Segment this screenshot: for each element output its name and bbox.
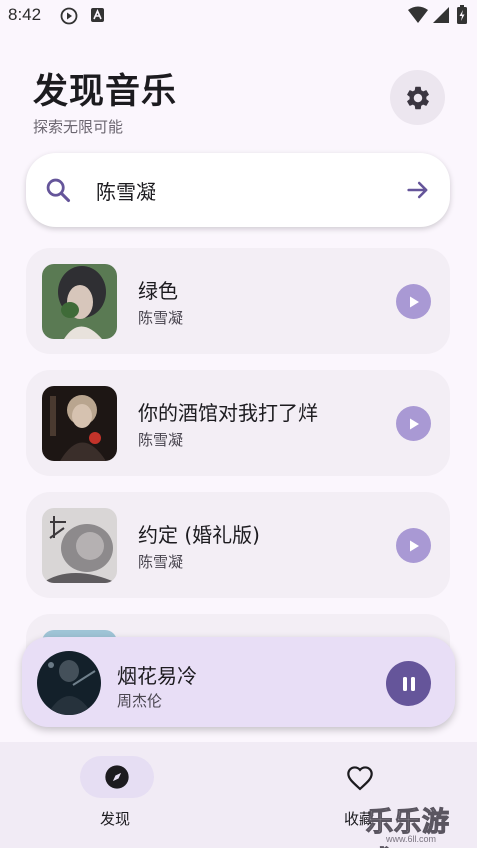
compass-icon bbox=[105, 765, 129, 789]
signal-icon bbox=[433, 7, 449, 23]
heart-icon[interactable] bbox=[346, 765, 374, 793]
nav-label-discover[interactable]: 发现 bbox=[100, 808, 130, 829]
status-time: 8:42 bbox=[8, 5, 42, 24]
page-subtitle: 探索无限可能 bbox=[33, 118, 124, 136]
arrow-right-icon[interactable] bbox=[404, 176, 432, 204]
media-play-status-icon bbox=[60, 7, 78, 25]
play-icon bbox=[409, 296, 419, 307]
song-card[interactable]: 约定 (婚礼版) 陈雪凝 bbox=[26, 492, 450, 598]
album-cover bbox=[42, 508, 117, 583]
play-button[interactable] bbox=[396, 406, 431, 441]
song-card[interactable]: 你的酒馆对我打了烊 陈雪凝 bbox=[26, 370, 450, 476]
song-artist: 陈雪凝 bbox=[138, 553, 184, 571]
pause-icon bbox=[402, 676, 415, 691]
wifi-icon bbox=[408, 6, 428, 23]
nav-item-discover[interactable] bbox=[80, 756, 154, 798]
song-title: 你的酒馆对我打了烊 bbox=[138, 401, 318, 425]
song-artist: 陈雪凝 bbox=[138, 309, 184, 327]
play-button[interactable] bbox=[396, 284, 431, 319]
song-title: 约定 (婚礼版) bbox=[138, 523, 260, 547]
album-cover bbox=[42, 264, 117, 339]
play-button[interactable] bbox=[396, 528, 431, 563]
play-icon bbox=[409, 540, 419, 551]
now-playing-cover bbox=[37, 651, 101, 715]
album-cover bbox=[42, 386, 117, 461]
song-title: 绿色 bbox=[138, 279, 178, 303]
song-card[interactable]: 绿色 陈雪凝 bbox=[26, 248, 450, 354]
gear-icon bbox=[406, 86, 429, 109]
battery-charging-icon bbox=[457, 5, 467, 24]
now-playing-artist: 周杰伦 bbox=[117, 692, 163, 710]
settings-button[interactable] bbox=[390, 70, 445, 125]
app-notification-icon bbox=[91, 8, 104, 22]
pause-button[interactable] bbox=[386, 661, 431, 706]
now-playing-title: 烟花易冷 bbox=[117, 664, 197, 688]
now-playing-bar[interactable]: 烟花易冷 周杰伦 bbox=[22, 637, 455, 727]
status-bar: 8:42 bbox=[0, 0, 477, 32]
search-bar[interactable] bbox=[26, 153, 450, 227]
page-title: 发现音乐 bbox=[33, 72, 178, 112]
watermark-url: www.6ll.com bbox=[386, 834, 437, 844]
play-icon bbox=[409, 418, 419, 429]
search-icon[interactable] bbox=[44, 176, 72, 204]
song-artist: 陈雪凝 bbox=[138, 431, 184, 449]
search-input[interactable]: 陈雪凝 bbox=[96, 176, 156, 205]
